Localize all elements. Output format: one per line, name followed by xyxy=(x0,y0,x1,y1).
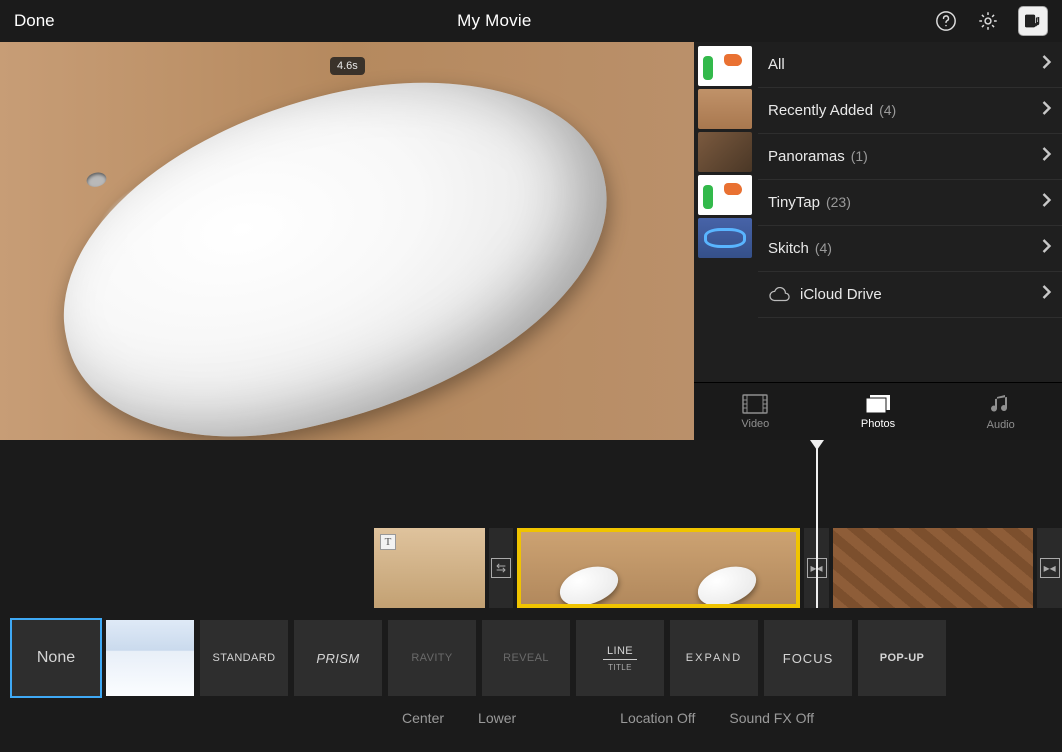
title-style-standard[interactable]: STANDARD xyxy=(200,620,288,696)
album-name: All xyxy=(768,56,785,73)
media-library-button[interactable] xyxy=(1018,6,1048,36)
album-count: (4) xyxy=(879,102,896,118)
playhead[interactable] xyxy=(816,440,818,608)
tab-audio[interactable]: Audio xyxy=(939,383,1062,440)
title-style-expand[interactable]: EXPAND xyxy=(670,620,758,696)
album-row-panoramas[interactable]: Panoramas (1) xyxy=(758,134,1062,180)
timeline-clip-selected[interactable] xyxy=(517,528,800,608)
album-row-tinytap[interactable]: TinyTap (23) xyxy=(758,180,1062,226)
titles-panel: None STANDARD PRISM RAVITY REVEAL LINE T… xyxy=(0,618,1062,752)
transition-icon: ▸◂ xyxy=(1040,558,1060,578)
title-style-none[interactable]: None xyxy=(12,620,100,696)
title-option-soundfx[interactable]: Sound FX Off xyxy=(729,710,814,726)
settings-gear-icon[interactable] xyxy=(976,9,1000,33)
album-row-all[interactable]: All xyxy=(758,42,1062,88)
chevron-right-icon xyxy=(1041,100,1052,121)
done-button[interactable]: Done xyxy=(14,11,55,31)
chevron-right-icon xyxy=(1041,146,1052,167)
transition-button[interactable]: ▸◂ xyxy=(1037,528,1062,608)
album-row-icloud-drive[interactable]: iCloud Drive xyxy=(758,272,1062,318)
chevron-right-icon xyxy=(1041,238,1052,259)
album-name: iCloud Drive xyxy=(800,286,882,303)
timeline-clip[interactable] xyxy=(833,528,1033,608)
chevron-right-icon xyxy=(1041,54,1052,75)
album-name: Recently Added xyxy=(768,102,873,119)
timeline-clip[interactable]: T xyxy=(374,528,485,608)
preview-viewer[interactable]: 4.6s xyxy=(0,42,694,440)
album-count: (4) xyxy=(815,240,832,256)
transition-icon: ⇆ xyxy=(491,558,511,578)
album-list: All Recently Added (4) Panoramas (1) TinyT… xyxy=(758,42,1062,382)
tab-label: Audio xyxy=(987,419,1015,431)
title-style-image[interactable] xyxy=(106,620,194,696)
cloud-icon xyxy=(768,284,790,306)
title-style-row: None STANDARD PRISM RAVITY REVEAL LINE T… xyxy=(12,618,1050,696)
title-option-center[interactable]: Center xyxy=(402,710,444,726)
title-option-location[interactable]: Location Off xyxy=(620,710,695,726)
album-thumb xyxy=(698,132,752,172)
album-count: (1) xyxy=(851,148,868,164)
transition-button[interactable]: ⇆ xyxy=(489,528,514,608)
album-row-skitch[interactable]: Skitch (4) xyxy=(758,226,1062,272)
chevron-right-icon xyxy=(1041,192,1052,213)
chevron-right-icon xyxy=(1041,284,1052,305)
title-style-focus[interactable]: FOCUS xyxy=(764,620,852,696)
help-icon[interactable] xyxy=(934,9,958,33)
clip-duration-badge: 4.6s xyxy=(330,57,365,75)
album-thumb xyxy=(698,175,752,215)
title-badge-icon: T xyxy=(380,534,396,550)
album-thumb xyxy=(698,46,752,86)
album-row-recently-added[interactable]: Recently Added (4) xyxy=(758,88,1062,134)
tab-video[interactable]: Video xyxy=(694,383,817,440)
main-split: 4.6s All Recently Added (4) xyxy=(0,42,1062,440)
title-option-lower[interactable]: Lower xyxy=(478,710,516,726)
title-style-gravity[interactable]: RAVITY xyxy=(388,620,476,696)
title-style-prism[interactable]: PRISM xyxy=(294,620,382,696)
tab-photos[interactable]: Photos xyxy=(817,383,940,440)
album-thumb xyxy=(698,218,752,258)
title-style-popup[interactable]: POP-UP xyxy=(858,620,946,696)
album-name: Skitch xyxy=(768,240,809,257)
tab-label: Photos xyxy=(861,418,895,430)
top-bar: Done My Movie xyxy=(0,0,1062,42)
timeline[interactable]: T ⇆ ▸◂ ▸◂ xyxy=(0,440,1062,620)
album-thumb-column xyxy=(694,42,758,382)
timeline-track: T ⇆ ▸◂ ▸◂ xyxy=(0,528,1062,608)
album-count: (23) xyxy=(826,194,851,210)
album-name: TinyTap xyxy=(768,194,820,211)
media-tabs: Video Photos Audio xyxy=(694,382,1062,440)
title-style-reveal[interactable]: REVEAL xyxy=(482,620,570,696)
album-name: Panoramas xyxy=(768,148,845,165)
preview-content xyxy=(26,42,644,440)
album-thumb xyxy=(698,89,752,129)
tab-label: Video xyxy=(741,418,769,430)
title-style-line-title[interactable]: LINE TITLE xyxy=(576,620,664,696)
media-browser: All Recently Added (4) Panoramas (1) TinyT… xyxy=(694,42,1062,440)
title-options-row: Center Lower Location Off Sound FX Off xyxy=(12,696,1050,726)
project-title: My Movie xyxy=(457,11,531,31)
